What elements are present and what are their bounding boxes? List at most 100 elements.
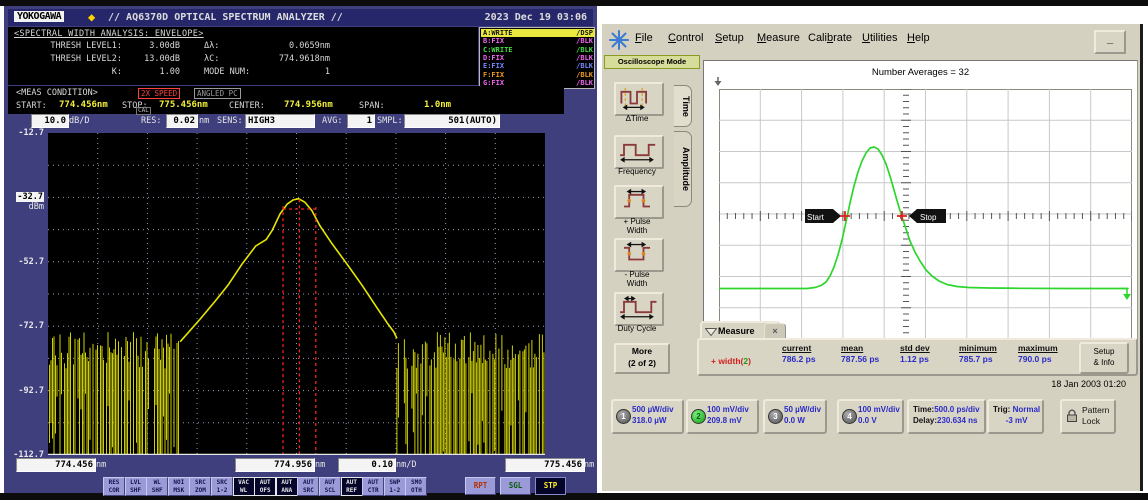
softkey-aut-ana[interactable]: AUT ANA xyxy=(275,477,298,496)
side-button-duty-cycle[interactable] xyxy=(614,292,664,326)
sens-value-box[interactable]: HIGH3 xyxy=(245,114,315,128)
measure-column-value: 786.2 ps xyxy=(782,354,816,364)
softkey-smo-oth[interactable]: SMO OTH xyxy=(405,477,428,496)
smpl-value-box[interactable]: 501(AUTO) xyxy=(404,114,500,128)
channel-text: 100 mV/div 0.0 V xyxy=(858,404,900,426)
menu-item-control[interactable]: Control xyxy=(668,32,703,44)
analysis-heading: <SPECTRAL WIDTH ANALYSIS: ENVELOPE> xyxy=(14,29,204,39)
xaxis-stop-box[interactable]: 775.456 xyxy=(505,458,585,472)
xaxis-start-box[interactable]: 774.456 xyxy=(16,458,96,472)
side-button-label: + Pulse Width xyxy=(602,217,672,235)
side-button-frequency[interactable] xyxy=(614,135,664,169)
level-scale-box[interactable]: 10.0 xyxy=(31,114,69,128)
analysis-cell: 13.00dB xyxy=(144,54,180,64)
measure-column-header: mean xyxy=(841,343,864,353)
sens-label: SENS: xyxy=(217,116,243,126)
speed-badge: 2X SPEED xyxy=(138,88,181,99)
minimize-button[interactable]: _ xyxy=(1094,30,1126,54)
svg-text:Start: Start xyxy=(807,213,825,222)
analysis-cell: Δλ: xyxy=(204,41,220,51)
timebase-button[interactable]: Time:500.0 ps/div Delay:230.634 ns xyxy=(907,399,986,434)
runkey-sgl[interactable]: SGL xyxy=(500,477,531,495)
side-button-neg-pulse[interactable] xyxy=(614,238,664,272)
trace-legend-row[interactable]: C:WRITE/BLK xyxy=(481,46,595,54)
side-button-delta-time[interactable] xyxy=(614,82,664,116)
runkey-rpt[interactable]: RPT xyxy=(465,477,496,495)
xaxis-scale-unit: nm/D xyxy=(396,460,417,470)
softkey-swp-1-2[interactable]: SWP 1-2 xyxy=(383,477,406,496)
more-button[interactable]: More (2 of 2) xyxy=(614,343,670,374)
tab-time[interactable]: Time xyxy=(674,85,692,127)
level-scale-unit: dB/D xyxy=(69,116,90,126)
oscilloscope-mode-label: Oscilloscope Mode xyxy=(604,55,700,69)
side-button-label: Duty Cycle xyxy=(602,324,672,333)
runkey-stp[interactable]: STP xyxy=(535,477,566,495)
osa-datetime: 2023 Dec 19 03:06 xyxy=(484,12,587,23)
softkey-lvl-shf[interactable]: LVL SHF xyxy=(124,477,147,496)
menu-item-utilities[interactable]: Utilities xyxy=(862,32,897,44)
trace-legend-panel: A:WRITE/DSP B:FIX/BLK C:WRITE/BLK D:FIX/BLK… xyxy=(479,27,595,89)
softkey-noi-msk[interactable]: NOI MSK xyxy=(167,477,190,496)
agilent-spark-icon xyxy=(609,30,629,50)
menu-item-file[interactable]: File xyxy=(635,32,653,44)
xaxis-scale-box[interactable]: 0.10 xyxy=(338,458,396,472)
start-value[interactable]: 774.456nm xyxy=(59,100,108,110)
side-button-label-line: Duty Cycle xyxy=(617,324,657,333)
xaxis-center-box[interactable]: 774.956 xyxy=(235,458,315,472)
trace-legend-row[interactable]: B:FIX/BLK xyxy=(481,37,595,45)
measure-tab-label: Measure xyxy=(718,326,755,336)
softkey-res-cor[interactable]: RES COR xyxy=(103,477,125,496)
softkey-wl-shf[interactable]: WL SHF xyxy=(146,477,169,496)
softkey-aut-src[interactable]: AUT SRC xyxy=(297,477,320,496)
side-button-pos-pulse[interactable] xyxy=(614,185,664,219)
tab-amplitude[interactable]: Amplitude xyxy=(674,131,692,207)
yaxis-label: -72.7 xyxy=(18,321,44,332)
channel-1-button[interactable]: 1 500 µW/div 318.0 µW xyxy=(611,399,684,434)
center-value[interactable]: 774.956nm xyxy=(284,100,333,110)
avg-label: AVG: xyxy=(322,116,343,126)
softkey-line1: SMO xyxy=(410,479,422,486)
trace-legend-row[interactable]: E:FIX/BLK xyxy=(481,62,595,70)
trigger-button[interactable]: Trig: Normal -3 mV xyxy=(987,399,1044,434)
analysis-row: THRESH LEVEL2: 13.00dB λC: 774.9618nm xyxy=(8,54,478,66)
analysis-row: THRESH LEVEL1: 3.00dB Δλ: 0.0659nm xyxy=(8,41,478,53)
softkey-aut-ref[interactable]: AUT REF xyxy=(340,477,363,496)
menu-item-setup[interactable]: Setup xyxy=(715,32,744,44)
softkey-vac-wl[interactable]: VAC WL xyxy=(232,477,255,496)
setup-info-button[interactable]: Setup & Info xyxy=(1079,342,1129,374)
channel-3-button[interactable]: 3 50 µW/div 0.0 W xyxy=(763,399,827,434)
softkey-aut-scl[interactable]: AUT SCL xyxy=(319,477,341,496)
menu-item-calibrate[interactable]: Calibrate xyxy=(808,32,852,44)
stop-value[interactable]: 775.456nm xyxy=(159,100,208,110)
osa-spectrum-plot xyxy=(48,133,545,455)
channel-4-button[interactable]: 4 100 mV/div 0.0 V xyxy=(837,399,904,434)
softkey-line1: SRC xyxy=(194,479,206,486)
menu-item-measure[interactable]: Measure xyxy=(757,32,800,44)
analysis-cell: λC: xyxy=(204,54,220,64)
avg-value-box[interactable]: 1 xyxy=(347,114,375,128)
trace-legend-row[interactable]: A:WRITE/DSP xyxy=(481,29,595,38)
softkey-aut-ctr[interactable]: AUT CTR xyxy=(362,477,385,496)
menu-item-help[interactable]: Help xyxy=(907,32,930,44)
osa-titlebar: YOKOGAWA ◆ // AQ6370D OPTICAL SPECTRUM A… xyxy=(8,9,593,26)
softkey-aut-ofs[interactable]: AUT OFS xyxy=(254,477,277,496)
channel-4-badge: 4 xyxy=(842,409,857,424)
res-value-box[interactable]: 0.02 xyxy=(166,114,198,128)
softkey-line2: SRC xyxy=(302,486,314,494)
measure-column-mean: mean 787.56 ps xyxy=(841,343,899,364)
span-value[interactable]: 1.0nm xyxy=(424,100,451,110)
ref-level-box[interactable]: -32.7 xyxy=(16,192,44,203)
softkey-line1: AUT xyxy=(346,479,358,486)
pattern-lock-button[interactable]: Pattern Lock xyxy=(1060,399,1116,434)
brand-diamond-icon: ◆ xyxy=(88,10,96,24)
trace-legend-row[interactable]: F:FIX/BLK xyxy=(481,71,595,79)
waveform-display: Number Averages = 32 Start Stop xyxy=(703,60,1138,345)
channel-2-button[interactable]: 2 100 mV/div 209.8 mV xyxy=(686,399,759,434)
softkey-src-1-2[interactable]: SRC 1-2 xyxy=(211,477,233,496)
start-label: START: xyxy=(16,101,47,111)
softkey-src-zom[interactable]: SRC ZOM xyxy=(189,477,212,496)
softkey-line1: NOI xyxy=(173,479,185,486)
trace-legend-row[interactable]: D:FIX/BLK xyxy=(481,54,595,62)
yaxis-label: -52.7 xyxy=(18,256,44,267)
softkey-line2: ZOM xyxy=(194,486,206,494)
